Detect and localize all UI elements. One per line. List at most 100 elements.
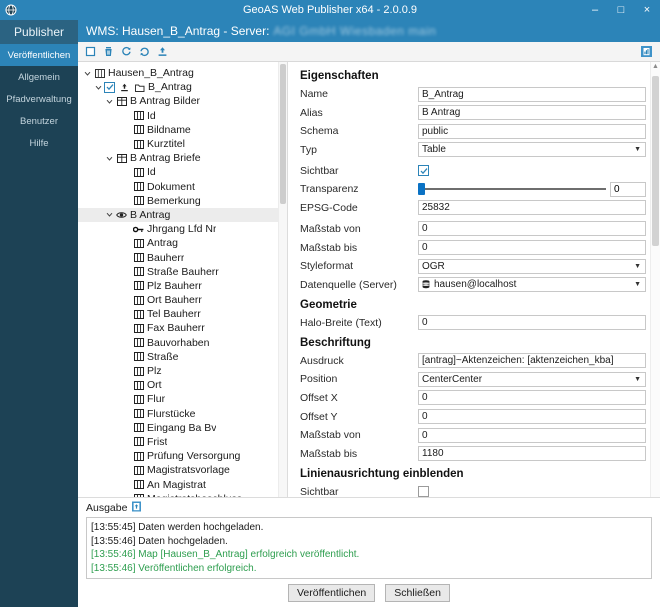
sidebar-item-veroeffentlichen[interactable]: Veröffentlichen: [0, 44, 78, 66]
tree-row[interactable]: Tel Bauherr: [78, 307, 287, 321]
tree-row[interactable]: Bauherr: [78, 250, 287, 264]
massstab-von-input[interactable]: [418, 221, 646, 237]
sidebar-item-hilfe[interactable]: Hilfe: [0, 132, 78, 154]
tree-row[interactable]: Id: [78, 109, 287, 123]
delete-icon[interactable]: [100, 43, 117, 60]
output-section: Ausgabe [13:55:45] Daten werden hochgela…: [78, 497, 660, 579]
alias-input[interactable]: [418, 105, 646, 121]
tree-row[interactable]: B Antrag Bilder: [78, 94, 287, 108]
wms-header-bar: WMS: Hausen_B_Antrag - Server: AGI GmbH …: [78, 20, 660, 42]
tree-row[interactable]: Ort: [78, 378, 287, 392]
label-massstab-von-input[interactable]: [418, 427, 646, 443]
tree-row[interactable]: Magistratsbeschluss: [78, 492, 287, 497]
offset-x-input[interactable]: [418, 390, 646, 406]
tree-row[interactable]: Magistratsvorlage: [78, 463, 287, 477]
offset-y-input[interactable]: [418, 409, 646, 425]
column-icon: [132, 437, 145, 447]
properties-scrollbar[interactable]: ▲: [650, 62, 660, 497]
field-label: Halo-Breite (Text): [300, 316, 382, 329]
output-heading-label: Ausgabe: [86, 502, 128, 514]
new-icon[interactable]: [82, 43, 99, 60]
column-icon: [132, 352, 145, 362]
tree-row[interactable]: B Antrag Briefe: [78, 151, 287, 165]
tree-row[interactable]: Fax Bauherr: [78, 321, 287, 335]
sidebar-item-pfadverwaltung[interactable]: Pfadverwaltung: [0, 88, 78, 110]
tree-row[interactable]: Frist: [78, 435, 287, 449]
close-dialog-button[interactable]: Schließen: [385, 584, 450, 602]
transparenz-slider[interactable]: [418, 182, 606, 196]
sidebar-item-benutzer[interactable]: Benutzer: [0, 110, 78, 132]
output-log[interactable]: [13:55:45] Daten werden hochgeladen. [13…: [86, 517, 652, 579]
report-icon[interactable]: [638, 43, 655, 60]
position-select-value: CenterCenter: [422, 373, 483, 385]
transparenz-value-input[interactable]: [610, 181, 646, 197]
tree-row[interactable]: Plz Bauherr: [78, 279, 287, 293]
field-label: Maßstab von: [300, 222, 361, 235]
styleformat-select[interactable]: OGR ▼: [418, 258, 646, 274]
tree-row[interactable]: Hausen_B_Antrag: [78, 66, 287, 80]
tree-row[interactable]: Ort Bauherr: [78, 293, 287, 307]
datenquelle-select[interactable]: hausen@localhost ▼: [418, 277, 646, 293]
tree-scrollbar-thumb[interactable]: [280, 64, 286, 204]
position-select[interactable]: CenterCenter ▼: [418, 371, 646, 387]
styleformat-select-value: OGR: [422, 260, 445, 272]
tree-row[interactable]: B_Antrag: [78, 80, 287, 94]
tree-row[interactable]: An Magistrat: [78, 477, 287, 491]
export-icon[interactable]: [131, 501, 142, 515]
tree-row[interactable]: Flur: [78, 392, 287, 406]
tree-row[interactable]: Antrag: [78, 236, 287, 250]
name-input[interactable]: [418, 86, 646, 102]
tree-row[interactable]: Prüfung Versorgung: [78, 449, 287, 463]
tree-row[interactable]: Eingang Ba Bv: [78, 421, 287, 435]
tree-row[interactable]: Straße Bauherr: [78, 265, 287, 279]
tree-row[interactable]: Id: [78, 165, 287, 179]
toolbar: [78, 42, 660, 62]
sichtbar-checkbox[interactable]: [418, 165, 429, 177]
chevron-down-icon[interactable]: [104, 211, 115, 218]
chevron-down-icon[interactable]: [104, 98, 115, 105]
typ-select[interactable]: Table ▼: [418, 142, 646, 158]
tree-row[interactable]: Jhrgang Lfd Nr: [78, 222, 287, 236]
minimize-button[interactable]: –: [582, 0, 608, 20]
schema-input[interactable]: [418, 123, 646, 139]
linien-sichtbar-checkbox[interactable]: [418, 486, 429, 497]
epsg-code-input[interactable]: [418, 200, 646, 216]
label-massstab-bis-input[interactable]: [418, 446, 646, 462]
refresh-icon[interactable]: [118, 43, 135, 60]
tree-row[interactable]: Bildname: [78, 123, 287, 137]
tree-row[interactable]: Straße: [78, 350, 287, 364]
database-icon: [422, 280, 430, 289]
tree-row[interactable]: Bemerkung: [78, 194, 287, 208]
ausdruck-input[interactable]: [418, 353, 646, 369]
scroll-up-arrow-icon[interactable]: ▲: [652, 62, 659, 71]
chevron-down-icon[interactable]: [82, 70, 93, 77]
tree-row[interactable]: Plz: [78, 364, 287, 378]
column-icon: [132, 366, 145, 376]
maximize-button[interactable]: □: [608, 0, 634, 20]
slider-knob[interactable]: [418, 183, 425, 196]
close-button[interactable]: ×: [634, 0, 660, 20]
tree-scrollbar[interactable]: [278, 62, 287, 497]
column-icon: [132, 394, 145, 404]
chevron-down-icon[interactable]: [104, 155, 115, 162]
tree-row[interactable]: Dokument: [78, 180, 287, 194]
tree-row[interactable]: Flurstücke: [78, 407, 287, 421]
tree-row-selected[interactable]: B Antrag: [78, 207, 287, 223]
field-massstab-bis: Maßstab bis: [300, 240, 646, 256]
field-label-massstab-bis: Maßstab bis: [300, 446, 646, 462]
chevron-down-icon[interactable]: [93, 84, 104, 91]
properties-scrollbar-thumb[interactable]: [652, 76, 659, 246]
tree-row-checkbox[interactable]: [104, 81, 115, 93]
reload-icon[interactable]: [136, 43, 153, 60]
tree-row[interactable]: Bauvorhaben: [78, 336, 287, 350]
layer-tree[interactable]: Hausen_B_Antrag B_Antrag B Antrag Bilder: [78, 62, 288, 497]
massstab-bis-input[interactable]: [418, 240, 646, 256]
column-icon: [132, 423, 145, 433]
publish-button[interactable]: Veröffentlichen: [288, 584, 376, 602]
upload-icon[interactable]: [154, 43, 171, 60]
field-label: EPSG-Code: [300, 201, 358, 214]
halo-breite-input[interactable]: [418, 315, 646, 331]
tree-row[interactable]: Kurztitel: [78, 137, 287, 151]
sidebar-item-allgemein[interactable]: Allgemein: [0, 66, 78, 88]
eye-icon[interactable]: [115, 211, 128, 219]
